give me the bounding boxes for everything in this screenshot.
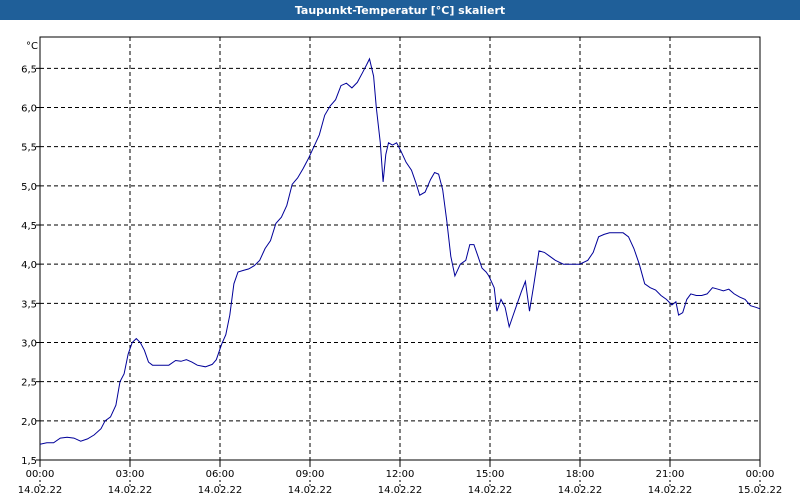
- x-tick-time-label: 21:00: [656, 469, 685, 480]
- y-tick-label: 2,0: [21, 417, 37, 428]
- y-tick-label: 6,0: [21, 104, 37, 115]
- y-tick-label: 6,5: [21, 64, 37, 75]
- y-tick-label: 2,5: [21, 378, 37, 389]
- x-tick-date-label: 14.02.22: [18, 485, 63, 496]
- y-tick-label: 3,5: [21, 299, 37, 310]
- y-tick-label: 5,0: [21, 182, 37, 193]
- y-tick-label: 1,5: [21, 456, 37, 467]
- x-tick-date-label: 14.02.22: [108, 485, 153, 496]
- y-tick-label: 4,0: [21, 260, 37, 271]
- x-tick-date-label: 14.02.22: [648, 485, 693, 496]
- x-tick-date-label: 14.02.22: [378, 485, 423, 496]
- x-tick-time-label: 12:00: [386, 469, 415, 480]
- x-tick-time-label: 15:00: [476, 469, 505, 480]
- x-tick-time-label: 18:00: [566, 469, 595, 480]
- grid-layer: [39, 36, 761, 461]
- x-tick-date-label: 15.02.22: [738, 485, 783, 496]
- y-tick-label: 4,5: [21, 221, 37, 232]
- y-tick-label: 5,5: [21, 143, 37, 154]
- y-tick-label: 3,0: [21, 339, 37, 350]
- x-tick-time-label: 06:00: [206, 469, 235, 480]
- dew-point-chart: 1,5 2,0 2,5 3,0 3,5 4,0 4,5 5,0 5,5 6,0 6,5 °C 00:00…: [18, 36, 783, 496]
- x-tick-time-label: 03:00: [116, 469, 145, 480]
- x-tick-time-label: 00:00: [26, 469, 55, 480]
- chart-title: Taupunkt-Temperatur [°C] skaliert: [0, 0, 800, 20]
- x-tick-time-label: 09:00: [296, 469, 325, 480]
- x-tick-date-label: 14.02.22: [288, 485, 333, 496]
- x-tick-date-label: 14.02.22: [558, 485, 603, 496]
- x-tick-date-label: 14.02.22: [198, 485, 243, 496]
- x-tick-time-label: 00:00: [746, 469, 775, 480]
- x-tick-date-label: 14.02.22: [468, 485, 513, 496]
- unit-label: °C: [26, 41, 38, 52]
